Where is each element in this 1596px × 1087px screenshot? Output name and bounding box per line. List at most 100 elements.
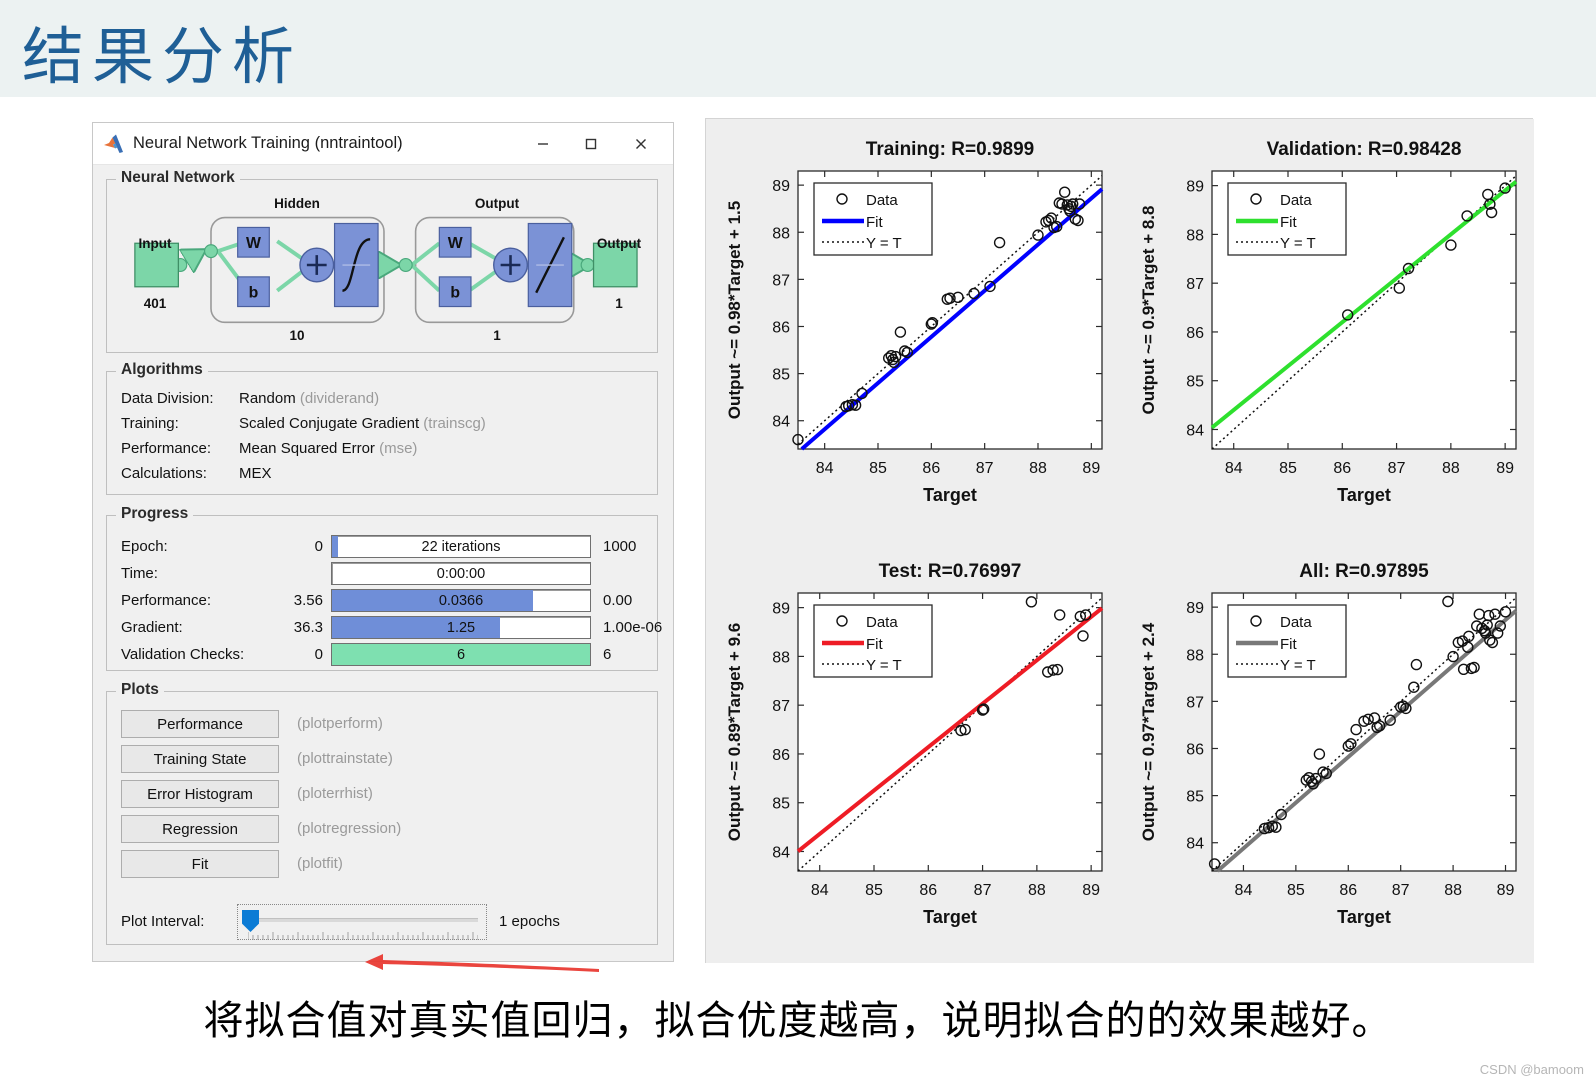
svg-text:Y = T: Y = T [1280, 235, 1316, 252]
svg-text:88: 88 [772, 649, 790, 666]
svg-text:Data: Data [866, 192, 898, 209]
algorithm-value: MEX [239, 465, 272, 482]
svg-text:87: 87 [1388, 460, 1406, 477]
svg-text:W: W [246, 235, 261, 252]
plots-group-title: Plots [116, 681, 164, 699]
svg-text:Target: Target [923, 485, 977, 505]
plot-function-name: (plotperform) [297, 715, 383, 732]
window-titlebar: Neural Network Training (nntraintool) [93, 123, 673, 165]
svg-text:84: 84 [816, 460, 834, 477]
plot-button-performance[interactable]: Performance [121, 710, 279, 738]
svg-text:88: 88 [772, 225, 790, 242]
svg-text:Y = T: Y = T [866, 657, 902, 674]
slide-caption: 将拟合值对真实值回归，拟合优度越高，说明拟合的的效果越好。 [203, 998, 1393, 1044]
maximize-button[interactable] [567, 123, 615, 165]
svg-text:86: 86 [1186, 741, 1204, 758]
svg-text:Fit: Fit [1280, 636, 1297, 653]
plot-svg-all: All: R=0.97895 84 85 86 87 88 89 84 85 86 87 88 89 Ta… [1120, 541, 1534, 963]
plot-all: All: R=0.97895 84 85 86 87 88 89 84 85 86 87 88 89 Ta… [1120, 541, 1534, 963]
svg-text:Target: Target [1337, 907, 1391, 927]
close-icon [636, 139, 646, 149]
svg-text:88: 88 [1029, 460, 1047, 477]
svg-text:84: 84 [772, 414, 790, 431]
input-label: Input [138, 236, 172, 251]
plot-button-regression[interactable]: Regression [121, 815, 279, 843]
svg-text:89: 89 [1496, 460, 1514, 477]
algorithm-row: Calculations: MEX [121, 465, 641, 487]
plot-button-training-state[interactable]: Training State [121, 745, 279, 773]
plot-function-name: (plotregression) [297, 820, 402, 837]
svg-text:89: 89 [1082, 882, 1100, 899]
algorithms-group-title: Algorithms [116, 361, 208, 379]
svg-text:b: b [249, 285, 259, 302]
hidden-layer-label: Hidden [274, 196, 320, 211]
algorithm-key: Performance: [121, 440, 212, 457]
svg-text:86: 86 [1339, 882, 1357, 899]
svg-text:88: 88 [1442, 460, 1460, 477]
svg-text:Y = T: Y = T [866, 235, 902, 252]
nntraintool-window: Neural Network Training (nntraintool) Ne… [92, 122, 674, 972]
svg-text:86: 86 [772, 319, 790, 336]
page-title: 结果分析 [22, 24, 303, 92]
plot-test: Test: R=0.76997 84 85 86 87 88 89 84 85 86 87 88 89 T… [706, 541, 1120, 963]
slider-thumb[interactable] [242, 910, 259, 932]
close-button[interactable] [617, 123, 665, 165]
svg-text:84: 84 [772, 844, 790, 861]
minimize-icon [538, 143, 548, 145]
svg-text:87: 87 [974, 882, 992, 899]
plot-interval-slider[interactable] [237, 904, 487, 940]
plot-function-name: (plotfit) [297, 855, 343, 872]
algorithm-row: Data Division: Random (dividerand) [121, 390, 641, 412]
progress-group-title: Progress [116, 505, 194, 523]
svg-text:b: b [450, 285, 460, 302]
progress-bar-text: 0:00:00 [436, 565, 486, 582]
progress-start-value: 0 [314, 646, 323, 663]
progress-end-value: 1000 [603, 538, 637, 555]
hidden-size-label: 10 [289, 328, 305, 343]
svg-text:84: 84 [1225, 460, 1243, 477]
algorithm-note: (mse) [374, 440, 418, 457]
svg-text:87: 87 [976, 460, 994, 477]
svg-text:87: 87 [1186, 276, 1204, 293]
minimize-button[interactable] [519, 123, 567, 165]
svg-text:85: 85 [772, 796, 790, 813]
svg-text:89: 89 [772, 601, 790, 618]
svg-text:88: 88 [1186, 647, 1204, 664]
plot-svg-training: Training: R=0.9899 84 85 86 87 88 89 84 85 86 87 88… [706, 119, 1120, 541]
svg-text:87: 87 [772, 272, 790, 289]
svg-text:All: R=0.97895: All: R=0.97895 [1299, 561, 1429, 582]
progress-bar: 0.0366 [331, 589, 591, 612]
progress-bar-text: 6 [456, 646, 466, 663]
progress-start-value: 0 [314, 538, 323, 555]
output-size-label: 1 [615, 296, 623, 311]
plot-svg-validation: Validation: R=0.98428 84 85 86 87 88 89 84 85 86 8… [1120, 119, 1534, 541]
svg-text:84: 84 [1186, 422, 1204, 439]
algorithm-value: Random (dividerand) [239, 390, 380, 407]
watermark: CSDN @bamoom [1479, 1062, 1584, 1077]
plot-svg-test: Test: R=0.76997 84 85 86 87 88 89 84 85 86 87 88 89 T… [706, 541, 1120, 963]
svg-text:Fit: Fit [1280, 214, 1297, 231]
svg-text:85: 85 [1186, 789, 1204, 806]
progress-group: Progress Epoch: 0 22 iterations 1000 Time: 0:… [106, 505, 662, 671]
progress-bar: 22 iterations [331, 535, 591, 558]
plot-button-error-histogram[interactable]: Error Histogram [121, 780, 279, 808]
svg-text:Output ~= 0.9*Target + 8.8: Output ~= 0.9*Target + 8.8 [1139, 206, 1158, 415]
svg-text:88: 88 [1186, 227, 1204, 244]
svg-text:87: 87 [1392, 882, 1410, 899]
plot-function-name: (plottrainstate) [297, 750, 393, 767]
progress-row: Performance: 3.56 0.0366 0.00 [107, 588, 657, 614]
plot-button-fit[interactable]: Fit [121, 850, 279, 878]
svg-text:Output ~= 0.89*Target + 9.6: Output ~= 0.89*Target + 9.6 [725, 623, 744, 841]
svg-text:89: 89 [1186, 600, 1204, 617]
progress-bar: 0:00:00 [331, 562, 591, 585]
svg-text:Training: R=0.9899: Training: R=0.9899 [866, 139, 1034, 160]
algorithm-key: Training: [121, 415, 179, 432]
plot-training: Training: R=0.9899 84 85 86 87 88 89 84 85 86 87 88… [706, 119, 1120, 541]
algorithm-value: Mean Squared Error (mse) [239, 440, 418, 457]
svg-text:85: 85 [865, 882, 883, 899]
svg-text:85: 85 [1279, 460, 1297, 477]
svg-text:85: 85 [1287, 882, 1305, 899]
progress-start-value: 3.56 [293, 592, 323, 609]
progress-bar-text: 0.0366 [438, 592, 484, 609]
progress-label: Performance: [121, 592, 212, 609]
